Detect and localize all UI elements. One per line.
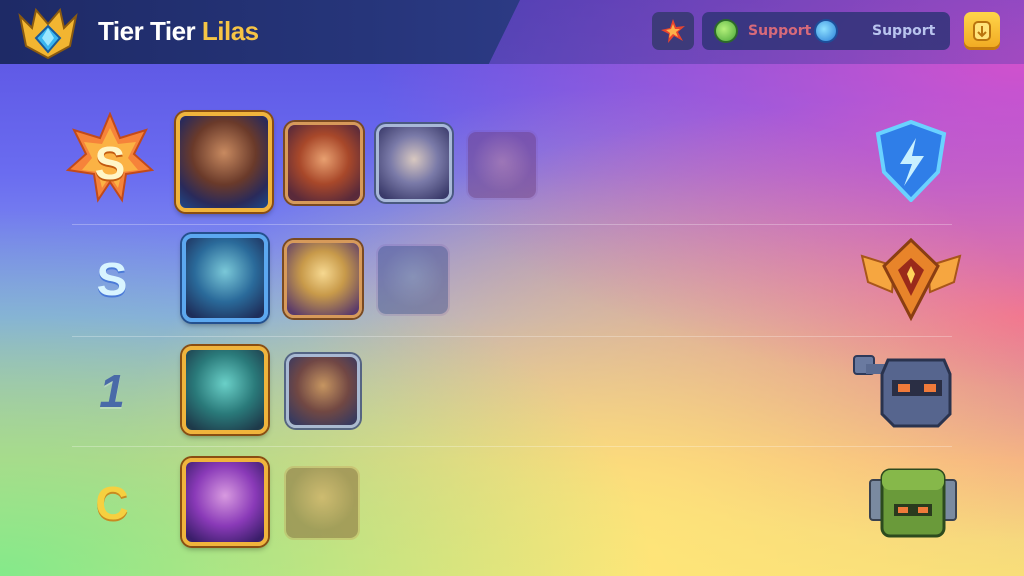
hero-portrait[interactable] bbox=[182, 234, 268, 322]
alert-button[interactable] bbox=[652, 12, 694, 50]
hero-face bbox=[288, 125, 360, 201]
hero-portrait[interactable] bbox=[176, 112, 272, 212]
hero-face bbox=[378, 246, 448, 314]
hero-face bbox=[186, 238, 264, 318]
tier-label-1: 1 bbox=[99, 365, 125, 417]
support-bar: Support Support bbox=[702, 12, 950, 50]
tier-label-s: S bbox=[96, 253, 128, 305]
title-accent: Lilas bbox=[201, 16, 259, 46]
green-block-icon[interactable] bbox=[868, 466, 958, 540]
hero-portrait[interactable] bbox=[182, 346, 268, 434]
page-title: Tier Tier Lilas bbox=[98, 16, 259, 47]
coin-icon bbox=[973, 21, 991, 41]
winged-gem-badge-icon[interactable] bbox=[858, 236, 964, 322]
row-divider bbox=[72, 336, 952, 337]
support-label-2[interactable]: Support bbox=[872, 23, 935, 39]
hero-face bbox=[186, 462, 264, 542]
title-main: Tier Tier bbox=[98, 16, 202, 46]
helmet-icon[interactable] bbox=[852, 350, 956, 432]
crown-gem-icon bbox=[18, 7, 78, 60]
hero-portrait[interactable] bbox=[376, 124, 452, 202]
alert-burst-icon bbox=[661, 19, 685, 43]
hero-portrait[interactable] bbox=[284, 240, 362, 318]
hero-face bbox=[468, 132, 536, 198]
hero-portrait-locked[interactable] bbox=[376, 244, 450, 316]
hero-portrait-locked[interactable] bbox=[466, 130, 538, 200]
green-orb-icon[interactable] bbox=[714, 19, 738, 43]
lightning-shield-icon[interactable] bbox=[874, 120, 948, 202]
hero-portrait-locked[interactable] bbox=[284, 466, 360, 540]
hero-face bbox=[286, 468, 358, 538]
hero-face bbox=[287, 243, 359, 315]
coin-button[interactable] bbox=[964, 12, 1000, 50]
tier-label-c: C bbox=[95, 477, 129, 529]
hero-portrait[interactable] bbox=[285, 122, 363, 204]
support-label-1[interactable]: Support bbox=[748, 23, 811, 39]
blue-orb-icon[interactable] bbox=[814, 19, 838, 43]
hero-face bbox=[289, 357, 357, 425]
row-divider bbox=[72, 446, 952, 447]
hero-face bbox=[180, 116, 268, 208]
hero-portrait[interactable] bbox=[182, 458, 268, 546]
hero-portrait[interactable] bbox=[286, 354, 360, 428]
row-divider bbox=[72, 224, 952, 225]
top-bar: Tier Tier Lilas Support Support bbox=[0, 0, 1024, 64]
tier-label-s-top: S bbox=[94, 137, 126, 189]
hero-face bbox=[379, 127, 449, 199]
hero-face bbox=[186, 350, 264, 430]
